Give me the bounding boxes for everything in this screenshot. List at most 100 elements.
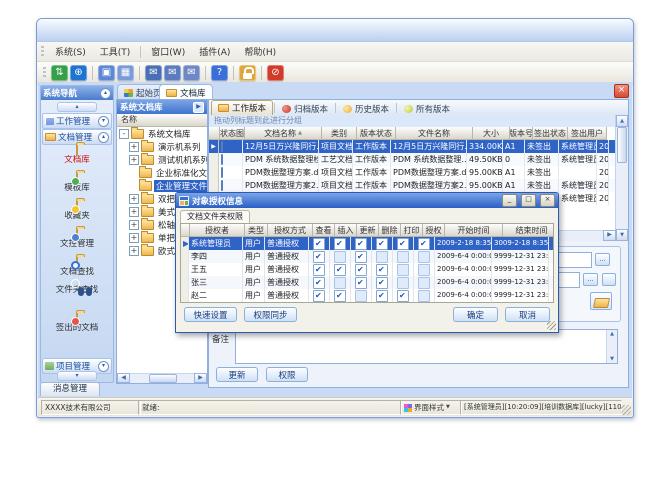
nav-collapse-button[interactable]: ▴ bbox=[100, 88, 111, 99]
mail-send-icon[interactable]: ✉ bbox=[145, 65, 162, 81]
permission-checkbox[interactable] bbox=[376, 238, 388, 250]
permission-checkbox[interactable] bbox=[313, 251, 325, 263]
column-header-4[interactable]: 版本状态 bbox=[357, 127, 396, 140]
tab-close-button[interactable]: × bbox=[614, 84, 629, 98]
permission-checkbox[interactable] bbox=[334, 238, 346, 250]
permission-checkbox[interactable] bbox=[376, 290, 388, 302]
browse-button-1[interactable]: … bbox=[595, 253, 610, 266]
column-header-4[interactable]: 查看 bbox=[313, 224, 335, 237]
nav-group-work[interactable]: 工作管理 ▾ bbox=[42, 113, 112, 129]
permission-checkbox[interactable] bbox=[376, 251, 388, 263]
scroll-thumb[interactable] bbox=[149, 374, 177, 383]
scroll-down-button[interactable]: ▼ bbox=[616, 229, 628, 241]
scroll-track[interactable] bbox=[130, 373, 194, 383]
column-header-2[interactable]: 文档名称▲ bbox=[245, 127, 322, 140]
column-header-7[interactable]: 版本号 bbox=[510, 127, 533, 140]
permission-checkbox[interactable] bbox=[334, 251, 346, 263]
permission-checkbox[interactable] bbox=[418, 264, 430, 276]
scroll-up-button[interactable]: ▲ bbox=[616, 115, 628, 127]
permission-row-4[interactable]: 张三用户普通授权2009-6-4 0:00:009999-12-31 23:59… bbox=[181, 276, 553, 289]
permission-sync-button[interactable]: 权限同步 bbox=[244, 307, 297, 322]
menu-item-3[interactable]: 窗口(W) bbox=[144, 45, 192, 58]
tab-version-1[interactable]: 工作版本 bbox=[211, 100, 273, 115]
connect-icon[interactable]: ⇅ bbox=[51, 65, 68, 81]
table-row-1[interactable]: ▶12月5日万兴隆同行…项目文档工作版本12月5日万兴隆同行…334.00KBA… bbox=[209, 140, 616, 153]
column-header-3[interactable]: 类别 bbox=[322, 127, 357, 140]
permission-checkbox[interactable] bbox=[355, 251, 367, 263]
tree-node-3[interactable]: +测试机机系列 bbox=[117, 153, 207, 166]
tree-expander-icon[interactable]: + bbox=[129, 142, 139, 152]
table-row-3[interactable]: PDM数据整理方案.doc项目文档工作版本PDM数据整理方案.doc95.00K… bbox=[209, 166, 616, 179]
nav-item-3[interactable]: 收藏夹 bbox=[41, 201, 113, 229]
column-header-6[interactable]: 更新 bbox=[357, 224, 379, 237]
minimize-button[interactable]: _ bbox=[502, 194, 517, 207]
menu-item-1[interactable]: 系统(S) bbox=[48, 45, 93, 58]
nav-item-2[interactable]: 模板库 bbox=[41, 173, 113, 201]
tree-panel-pin-button[interactable]: ▶ bbox=[193, 102, 204, 113]
column-header-11[interactable]: 结束时间 bbox=[503, 224, 554, 237]
permission-checkbox[interactable] bbox=[397, 290, 409, 302]
column-header-2[interactable]: 类型 bbox=[245, 224, 268, 237]
column-header-3[interactable]: 授权方式 bbox=[268, 224, 313, 237]
nav-item-7[interactable]: 签出的文档 bbox=[41, 313, 113, 341]
table-row-2[interactable]: PDM 系统数据整理检…工艺文档工作版本PDM 系统数据整理…49.50KB0未… bbox=[209, 153, 616, 166]
tree-node-5[interactable]: 企业管理文件 bbox=[117, 179, 207, 192]
permission-checkbox[interactable] bbox=[313, 264, 325, 276]
tab-version-4[interactable]: 所有版本 bbox=[398, 102, 456, 115]
permission-checkbox[interactable] bbox=[355, 238, 367, 250]
tree-column-header[interactable]: 名称 bbox=[117, 114, 207, 127]
column-header-5[interactable]: 插入 bbox=[335, 224, 357, 237]
permission-checkbox[interactable] bbox=[397, 251, 409, 263]
close-button[interactable]: × bbox=[540, 194, 555, 207]
tree-expander-icon[interactable]: + bbox=[129, 220, 139, 230]
column-header-7[interactable]: 删除 bbox=[379, 224, 401, 237]
exit-icon[interactable]: ⊘ bbox=[267, 65, 284, 81]
column-header-8[interactable]: 打印 bbox=[401, 224, 423, 237]
permission-checkbox[interactable] bbox=[355, 290, 367, 302]
expand-button[interactable]: ▾ bbox=[98, 116, 109, 127]
permission-checkbox[interactable] bbox=[334, 290, 346, 302]
table-row-4[interactable]: PDM数据整理方案2.doc项目文档工作版本PDM数据整理方案2.doc95.0… bbox=[209, 179, 616, 192]
permission-checkbox[interactable] bbox=[418, 251, 430, 263]
window-resize-grip[interactable] bbox=[621, 405, 631, 415]
tab-message-management[interactable]: 消息管理 bbox=[40, 382, 100, 396]
permission-row-5[interactable]: 赵二用户普通授权2009-6-4 0:00:009999-12-31 23:59… bbox=[181, 289, 553, 302]
mail-alert-icon[interactable]: ✉ bbox=[183, 65, 200, 81]
quick-setup-button[interactable]: 快速设置 bbox=[184, 307, 237, 322]
tree-expander-icon[interactable]: - bbox=[119, 129, 129, 139]
nav-item-6[interactable]: 文件夹查找 bbox=[41, 285, 113, 313]
tab-document-folder-permissions[interactable]: 文档文件夹权限 bbox=[180, 210, 250, 223]
permission-checkbox[interactable] bbox=[334, 264, 346, 276]
tab-version-3[interactable]: 历史版本 bbox=[337, 102, 395, 115]
grid-vscrollbar[interactable]: ▲ ▼ bbox=[615, 115, 628, 241]
tree-expander-icon[interactable]: + bbox=[129, 207, 139, 217]
grid-corner[interactable] bbox=[209, 127, 220, 140]
dialog-titlebar[interactable]: 对象授权信息 _ □ × bbox=[176, 193, 558, 208]
tab-version-2[interactable]: 归档版本 bbox=[276, 102, 334, 115]
tree-expander-icon[interactable]: + bbox=[129, 194, 139, 204]
permission-checkbox[interactable] bbox=[355, 277, 367, 289]
desktop-icon[interactable]: ▦ bbox=[117, 65, 134, 81]
permission-checkbox[interactable] bbox=[334, 277, 346, 289]
remark-scrollbar[interactable]: ▲ ▼ bbox=[606, 330, 617, 363]
scroll-right-button[interactable]: ▶ bbox=[194, 373, 207, 383]
scroll-up-button[interactable]: ▲ bbox=[607, 331, 617, 337]
collapse-button[interactable]: ▴ bbox=[98, 132, 109, 143]
lock-icon[interactable] bbox=[239, 65, 256, 81]
open-folder-icon[interactable]: ▣ bbox=[98, 65, 115, 81]
column-header-8[interactable]: 签出状态 bbox=[533, 127, 568, 140]
update-button[interactable]: 更新 bbox=[216, 367, 258, 382]
open-folder-button[interactable] bbox=[590, 292, 612, 310]
permission-checkbox[interactable] bbox=[355, 264, 367, 276]
column-header-10[interactable]: 开始时间 bbox=[445, 224, 503, 237]
permission-row-3[interactable]: 王五用户普通授权2009-6-4 0:00:009999-12-31 23:59… bbox=[181, 263, 553, 276]
tree-node-1[interactable]: -系统文档库 bbox=[117, 127, 207, 140]
column-header-6[interactable]: 大小 bbox=[473, 127, 510, 140]
permission-checkbox[interactable] bbox=[397, 277, 409, 289]
scroll-thumb[interactable] bbox=[617, 127, 627, 163]
window-titlebar[interactable] bbox=[37, 19, 633, 42]
nav-item-4[interactable]: 文控管理 bbox=[41, 229, 113, 257]
nav-scroll-down[interactable]: ▾ bbox=[57, 371, 97, 381]
column-header-5[interactable]: 文件名称 bbox=[396, 127, 473, 140]
permission-row-2[interactable]: 李四用户普通授权2009-6-4 0:00:009999-12-31 23:59… bbox=[181, 250, 553, 263]
